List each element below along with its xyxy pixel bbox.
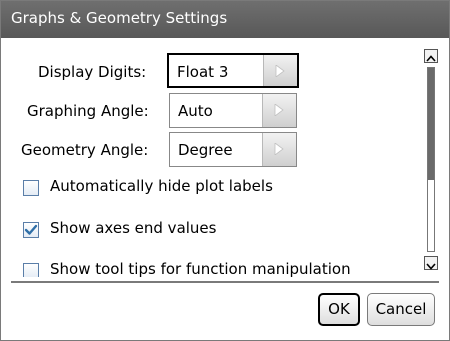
settings-dialog: Graphs & Geometry Settings Display Digit… bbox=[0, 0, 450, 341]
chevron-down-icon bbox=[426, 263, 436, 270]
show-tool-tips-checkbox[interactable] bbox=[23, 263, 39, 277]
scrollbar-track[interactable] bbox=[427, 67, 435, 252]
title-bar: Graphs & Geometry Settings bbox=[1, 1, 449, 38]
ok-button[interactable]: OK bbox=[318, 293, 360, 326]
hide-plot-labels-checkbox[interactable] bbox=[23, 180, 39, 196]
divider bbox=[11, 281, 439, 283]
cancel-button[interactable]: Cancel bbox=[367, 293, 435, 326]
vertical-scrollbar[interactable] bbox=[424, 49, 440, 274]
checkmark-icon bbox=[24, 224, 38, 235]
scrollbar-thumb[interactable] bbox=[428, 68, 434, 180]
show-tool-tips-label: Show tool tips for function manipulation bbox=[50, 260, 351, 277]
show-axes-end-values-checkbox[interactable] bbox=[23, 222, 39, 238]
chevron-up-icon bbox=[426, 55, 436, 62]
hide-plot-labels-label: Automatically hide plot labels bbox=[50, 177, 273, 195]
options-scroll-area: Automatically hide plot labels Show axes… bbox=[1, 41, 421, 277]
scroll-down-button[interactable] bbox=[424, 256, 438, 270]
dialog-title: Graphs & Geometry Settings bbox=[11, 9, 228, 27]
show-axes-end-values-label: Show axes end values bbox=[50, 219, 217, 237]
scroll-up-button[interactable] bbox=[424, 49, 438, 63]
